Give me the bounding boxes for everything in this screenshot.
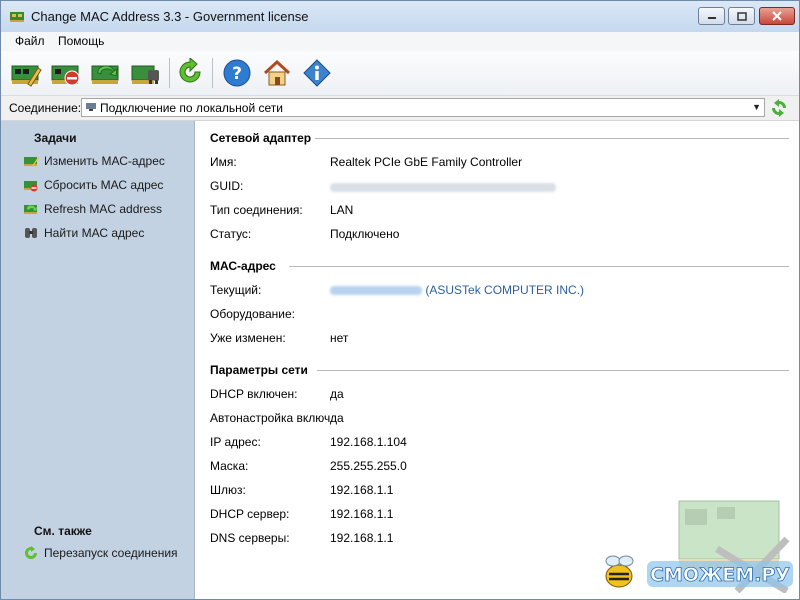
- chevron-down-icon: ▼: [752, 102, 761, 112]
- menu-file[interactable]: Файл: [15, 34, 45, 48]
- about-button[interactable]: [300, 56, 334, 90]
- refresh-mac-button[interactable]: [89, 56, 123, 90]
- ip-address-label: IP адрес:: [210, 435, 261, 449]
- task-change-mac[interactable]: Изменить МАС-адрес: [23, 152, 165, 170]
- autoconfig-label: Автонастройка включ.:: [210, 411, 337, 425]
- home-icon: [263, 59, 291, 86]
- nic-edit-icon: [24, 157, 39, 167]
- nic-refresh-icon: [24, 205, 37, 214]
- help-icon: ?: [223, 59, 251, 87]
- connection-label: Соединение:: [9, 101, 82, 115]
- already-changed-value: нет: [330, 331, 349, 345]
- current-mac-redacted: [330, 286, 422, 296]
- app-icon: [10, 12, 24, 22]
- restart-connection-button[interactable]: [173, 56, 207, 90]
- mac-vendor: (ASUSTek COMPUTER INC.): [425, 283, 585, 297]
- already-changed-label: Уже изменен:: [210, 331, 286, 345]
- window-title: Change MAC Address 3.3 - Government lice…: [31, 9, 309, 24]
- adapter-group-title: Сетевой адаптер: [210, 131, 312, 145]
- dhcp-enabled-value: да: [330, 387, 344, 401]
- network-group-title: Параметры сети: [210, 363, 308, 377]
- task-label: Сбросить МАС адрес: [44, 178, 164, 192]
- mac-group-title: МАС-адрес: [210, 259, 276, 273]
- connection-type-label: Тип соединения:: [210, 203, 303, 217]
- status-label: Статус:: [210, 227, 252, 241]
- dhcp-server-label: DHCP сервер:: [210, 507, 290, 521]
- connection-type-value: LAN: [330, 203, 354, 217]
- binoculars-icon: [25, 228, 37, 238]
- toolbar: ?: [1, 51, 799, 96]
- autoconfig-value: да: [330, 411, 344, 425]
- watermark-logo: СМОЖЕМ.РУ: [605, 555, 793, 588]
- subnet-mask-label: Маска:: [210, 459, 249, 473]
- see-also-header: См. также: [34, 524, 92, 538]
- connection-value: Подключение по локальной сети: [100, 101, 283, 115]
- connection-select[interactable]: Подключение по локальной сети ▼: [81, 98, 765, 117]
- task-label: Перезапуск соединения: [44, 546, 178, 560]
- divider: [317, 370, 789, 371]
- divider: [315, 138, 789, 139]
- minimize-icon: [707, 17, 716, 19]
- nic-search-icon: [131, 65, 159, 84]
- title-bar[interactable]: Change MAC Address 3.3 - Government lice…: [1, 1, 799, 33]
- current-mac-value: (ASUSTek COMPUTER INC.): [330, 283, 584, 297]
- dns-servers-value: 192.168.1.1: [330, 531, 394, 545]
- app-window: Change MAC Address 3.3 - Government lice…: [0, 0, 800, 600]
- info-icon: [303, 59, 331, 87]
- task-refresh-mac[interactable]: Refresh MAC address: [23, 200, 162, 218]
- menu-bar: Файл Помощь: [1, 32, 799, 51]
- toolbar-separator: [169, 58, 170, 88]
- dhcp-server-value: 192.168.1.1: [330, 507, 394, 521]
- task-reset-mac[interactable]: Сбросить МАС адрес: [23, 176, 163, 194]
- dns-servers-label: DNS серверы:: [210, 531, 290, 545]
- restart-icon: [25, 546, 37, 559]
- watermark-text: СМОЖЕМ.РУ: [650, 564, 790, 586]
- dhcp-enabled-label: DHCP включен:: [210, 387, 298, 401]
- status-value: Подключено: [330, 227, 400, 241]
- nic-edit-icon: [11, 65, 42, 87]
- guid-label: GUID:: [210, 179, 244, 193]
- adapter-name-label: Имя:: [210, 155, 237, 169]
- gateway-label: Шлюз:: [210, 483, 246, 497]
- divider: [289, 266, 789, 267]
- task-pane: Задачи Изменить МАС-адрес Сбросить МАС а…: [1, 121, 195, 599]
- network-connection-icon: [86, 103, 96, 111]
- refresh-icon[interactable]: [770, 99, 788, 117]
- subnet-mask-value: 255.255.255.0: [330, 459, 407, 473]
- task-label: Refresh MAC address: [44, 202, 163, 216]
- task-label: Изменить МАС-адрес: [44, 154, 165, 168]
- nic-reset-icon: [51, 65, 80, 86]
- svg-text:?: ?: [232, 64, 242, 84]
- maximize-button[interactable]: [728, 7, 755, 25]
- task-restart-connection[interactable]: Перезапуск соединения: [23, 544, 178, 562]
- gateway-value: 192.168.1.1: [330, 483, 394, 497]
- toolbar-separator: [212, 58, 213, 88]
- help-button[interactable]: ?: [220, 56, 254, 90]
- ip-address-value: 192.168.1.104: [330, 435, 407, 449]
- current-mac-label: Текущий:: [210, 283, 262, 297]
- menu-help[interactable]: Помощь: [58, 34, 104, 48]
- reset-mac-button[interactable]: [49, 56, 83, 90]
- change-mac-button[interactable]: [9, 56, 43, 90]
- guid-value-redacted: [330, 181, 556, 195]
- close-icon: [772, 11, 782, 21]
- task-label: Найти МАС адрес: [44, 226, 145, 240]
- nic-refresh-icon: [91, 65, 119, 84]
- close-button[interactable]: [759, 7, 795, 25]
- task-find-mac[interactable]: Найти МАС адрес: [23, 224, 144, 242]
- find-mac-button[interactable]: [129, 56, 163, 90]
- tasks-header: Задачи: [34, 131, 77, 145]
- minimize-button[interactable]: [698, 7, 725, 25]
- connection-row: Соединение: Подключение по локальной сет…: [1, 96, 799, 121]
- nic-reset-icon: [24, 181, 38, 192]
- adapter-name-value: Realtek PCIe GbE Family Controller: [330, 155, 523, 169]
- home-button[interactable]: [260, 56, 294, 90]
- hardware-mac-label: Оборудование:: [210, 307, 295, 321]
- maximize-icon: [736, 11, 747, 21]
- restart-icon: [179, 58, 201, 83]
